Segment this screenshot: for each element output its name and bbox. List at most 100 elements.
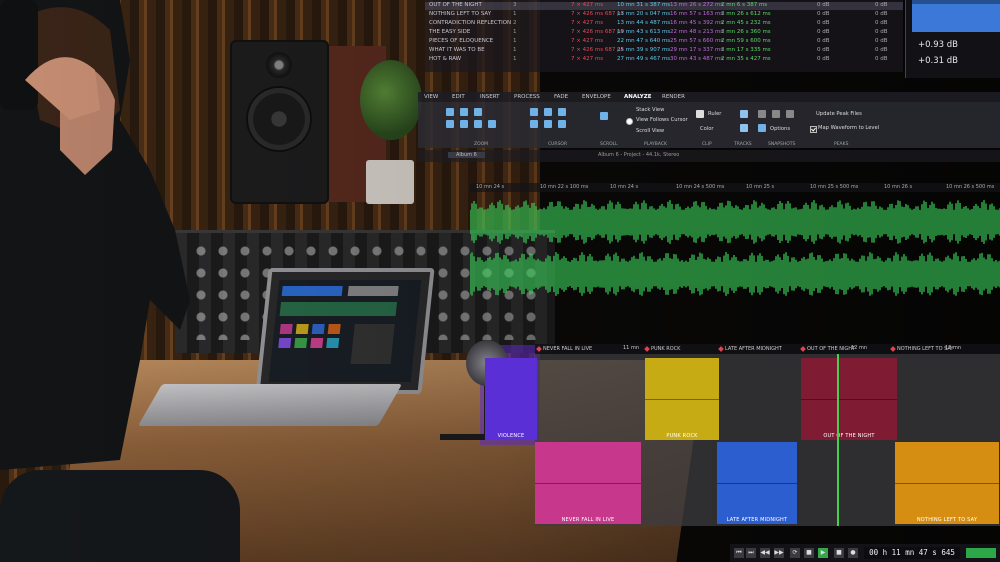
cursor-prev-icon[interactable] xyxy=(558,108,566,116)
track-cell-db2: 0 dB xyxy=(875,20,888,26)
waveform-channel-2 xyxy=(470,252,1000,296)
clip-violence[interactable]: VIOLENCE xyxy=(485,358,537,440)
zoom-vertical-icon[interactable] xyxy=(474,120,482,128)
stack-view-label[interactable]: Stack View xyxy=(636,107,664,113)
tab-analyze[interactable]: ANALYZE xyxy=(624,94,652,100)
track-cell-len: 3 mn 17 s 335 ms xyxy=(721,47,771,53)
track-cell-name: OUT OF THE NIGHT xyxy=(429,2,482,8)
track-cell-start: 13 mn 20 s 047 ms xyxy=(617,11,671,17)
map-waveform-label[interactable]: Map Waveform to Level xyxy=(818,125,879,131)
cursor-region-icon[interactable] xyxy=(558,120,566,128)
color-label[interactable]: Color xyxy=(700,126,714,132)
rewind-icon[interactable]: ◀◀ xyxy=(760,548,770,558)
record-icon[interactable]: ● xyxy=(848,548,858,558)
track-cell-num: 1 xyxy=(513,47,517,53)
zoom-all-icon[interactable] xyxy=(488,120,496,128)
fast-forward-icon[interactable]: ▶▶ xyxy=(774,548,784,558)
clip-punk-rock[interactable]: PUNK ROCK xyxy=(645,358,719,440)
marker-never-fall-in-live[interactable]: NEVER FALL IN LIVE xyxy=(543,346,592,352)
track-list-row[interactable]: NOTHING LEFT TO SAY 1 7 × 426 ms 687 µs 13 … xyxy=(425,11,903,19)
track-cell-num: 3 xyxy=(513,2,517,8)
zoom-selection-icon[interactable] xyxy=(446,120,454,128)
clip-ruler-tick: 12 mn xyxy=(851,345,867,351)
snapshot-3-icon[interactable] xyxy=(786,110,794,118)
track-up-icon[interactable] xyxy=(740,110,748,118)
cursor-marker-icon[interactable] xyxy=(544,120,552,128)
track-cell-num: 1 xyxy=(513,38,517,44)
tab-render[interactable]: RENDER xyxy=(662,94,685,100)
tab-insert[interactable]: INSERT xyxy=(480,94,499,100)
skip-end-icon[interactable]: ⏭ xyxy=(746,548,756,558)
clip-late-after-midnight[interactable]: LATE AFTER MIDNIGHT xyxy=(717,442,797,524)
track-cell-num: 2 xyxy=(513,20,517,26)
track-down-icon[interactable] xyxy=(740,124,748,132)
scroll-view-label[interactable]: Scroll View xyxy=(636,128,664,134)
clip-marker-ruler[interactable]: NEVER FALL IN LIVE PUNK ROCK LATE AFTER … xyxy=(535,344,1000,354)
ruler-label[interactable]: Ruler xyxy=(708,111,721,117)
section-playback: PLAYBACK xyxy=(644,142,667,147)
track-cell-end: 22 mn 48 s 213 ms xyxy=(670,29,724,35)
playhead-cursor[interactable] xyxy=(837,354,839,526)
view-follows-cursor-label[interactable]: View Follows Cursor xyxy=(636,117,688,123)
clip-nothing-left-to-say[interactable]: NOTHING LEFT TO SAY xyxy=(895,442,999,524)
track-cell-db2: 0 dB xyxy=(875,47,888,53)
marker-out-of-the-night[interactable]: OUT OF THE NIGHT xyxy=(807,346,855,352)
track-list-row[interactable]: OUT OF THE NIGHT 3 7 × 427 ms 10 mn 31 s 38… xyxy=(425,2,903,10)
track-cell-pos: 7 × 426 ms 687 µs xyxy=(571,29,624,35)
scroll-left-icon[interactable] xyxy=(600,112,608,120)
stereo-waveform[interactable] xyxy=(470,192,1000,304)
clip-label: NOTHING LEFT TO SAY xyxy=(916,517,978,523)
snapshot-2-icon[interactable] xyxy=(772,110,780,118)
track-cell-db1: 0 dB xyxy=(817,29,830,35)
map-waveform-checkbox[interactable] xyxy=(810,126,817,133)
track-cell-start: 13 mn 44 s 487 ms xyxy=(617,20,671,26)
stop-icon[interactable]: ■ xyxy=(804,548,814,558)
ruler-tick: 10 mn 26 s 500 ms xyxy=(946,184,995,190)
track-list-row[interactable]: WHAT IT WAS TO BE 1 7 × 426 ms 687 µs 25 mn… xyxy=(425,47,903,55)
ruler-icon[interactable] xyxy=(696,110,704,118)
play-icon[interactable]: ▶ xyxy=(818,548,828,558)
update-peak-files-label[interactable]: Update Peak Files xyxy=(816,111,862,117)
snapshot-1-icon[interactable] xyxy=(758,110,766,118)
skip-start-icon[interactable]: ⏮ xyxy=(734,548,744,558)
transport-bar: ⏮ ⏭ ◀◀ ▶▶ ⟳ ■ ▶ ■ ● 00 h 11 mn 47 s 645 … xyxy=(730,544,1000,562)
track-list-row[interactable]: CONTRADICTION REFLECTION 2 7 × 427 ms 13 mn… xyxy=(425,20,903,28)
tab-edit[interactable]: EDIT xyxy=(452,94,465,100)
track-cell-len: 2 mn 59 s 600 ms xyxy=(721,38,771,44)
track-cell-len: 2 mn 35 s 427 ms xyxy=(721,56,771,62)
cursor-next-icon[interactable] xyxy=(530,120,538,128)
clip-ruler-tick: 13 mn xyxy=(945,345,961,351)
zoom-horizontal-icon[interactable] xyxy=(460,120,468,128)
tab-process[interactable]: PROCESS xyxy=(514,94,540,100)
marker-late-after-midnight[interactable]: LATE AFTER MIDNIGHT xyxy=(725,346,782,352)
track-cell-db1: 0 dB xyxy=(817,56,830,62)
clip-out-of-the-night[interactable]: OUT OF THE NIGHT xyxy=(801,358,897,440)
track-cell-db2: 0 dB xyxy=(875,56,888,62)
track-list-row[interactable]: PIECES OF ELOQUENCE 1 7 × 427 ms 22 mn 47 s… xyxy=(425,38,903,46)
zoom-fit-icon[interactable] xyxy=(474,108,482,116)
timeline-ruler[interactable]: 10 mn 24 s 10 mn 22 s 100 ms 10 mn 24 s … xyxy=(470,183,1000,192)
cursor-start-icon[interactable] xyxy=(530,108,538,116)
cursor-end-icon[interactable] xyxy=(544,108,552,116)
pause-icon[interactable]: ■ xyxy=(834,548,844,558)
options-label[interactable]: Options xyxy=(770,126,790,132)
tab-fade[interactable]: FADE xyxy=(554,94,568,100)
track-cell-len: 3 mn 26 s 612 ms xyxy=(721,11,771,17)
track-cell-pos: 7 × 426 ms 687 µs xyxy=(571,47,624,53)
view-follows-cursor-radio[interactable] xyxy=(626,118,633,125)
track-cell-pos: 7 × 426 ms 687 µs xyxy=(571,11,624,17)
zoom-out-icon[interactable] xyxy=(460,108,468,116)
tab-envelope[interactable]: ENVELOPE xyxy=(582,94,611,100)
tab-view[interactable]: VIEW xyxy=(424,94,438,100)
project-tab[interactable]: Album 6 xyxy=(448,152,485,158)
marker-punk-rock[interactable]: PUNK ROCK xyxy=(651,346,680,352)
loop-icon[interactable]: ⟳ xyxy=(790,548,800,558)
track-cell-pos: 7 × 427 ms xyxy=(571,2,604,8)
ruler-tick: 10 mn 24 s xyxy=(610,184,639,190)
track-list-row[interactable]: THE EASY SIDE 1 7 × 426 ms 687 µs 19 mn 43 … xyxy=(425,29,903,37)
options-icon[interactable] xyxy=(758,124,766,132)
zoom-in-icon[interactable] xyxy=(446,108,454,116)
clip-never-fall-in-live[interactable]: NEVER FALL IN LIVE xyxy=(535,442,641,524)
track-list-row[interactable]: HOT & RAW 1 7 × 427 ms 27 mn 49 s 467 ms 30 … xyxy=(425,56,903,64)
ruler-tick: 10 mn 25 s xyxy=(746,184,775,190)
